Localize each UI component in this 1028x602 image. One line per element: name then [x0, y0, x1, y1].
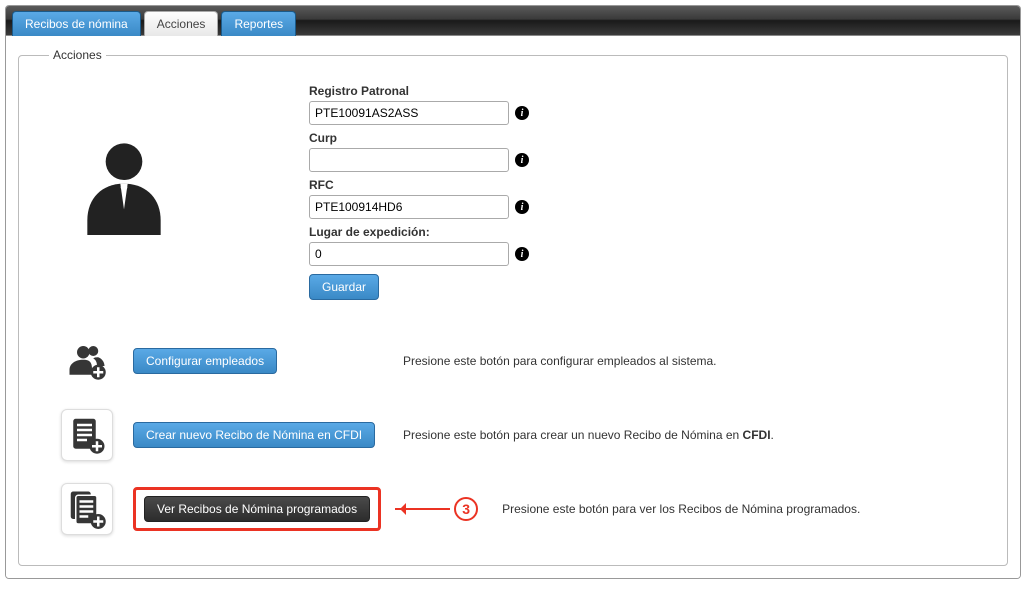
tab-recibos[interactable]: Recibos de nómina	[12, 11, 141, 36]
crear-recibo-button[interactable]: Crear nuevo Recibo de Nómina en CFDI	[133, 422, 375, 448]
tab-acciones[interactable]: Acciones	[144, 11, 219, 36]
curp-label: Curp	[309, 131, 529, 145]
lugar-input[interactable]	[309, 242, 509, 266]
users-plus-icon	[61, 335, 113, 387]
configurar-empleados-button[interactable]: Configurar empleados	[133, 348, 277, 374]
annotation-number: 3	[454, 497, 478, 521]
fieldset-legend: Acciones	[49, 48, 106, 62]
annotation-arrow: 3	[395, 497, 478, 521]
tab-bar: Recibos de nómina Acciones Reportes	[6, 6, 1020, 36]
curp-input[interactable]	[309, 148, 509, 172]
ver-recibos-button[interactable]: Ver Recibos de Nómina programados	[144, 496, 370, 522]
documents-plus-icon	[61, 483, 113, 535]
rfc-label: RFC	[309, 178, 529, 192]
window: Recibos de nómina Acciones Reportes Acci…	[5, 5, 1021, 579]
rfc-input[interactable]	[309, 195, 509, 219]
guardar-button[interactable]: Guardar	[309, 274, 379, 300]
info-icon[interactable]: i	[515, 247, 529, 261]
crear-recibo-desc: Presione este botón para crear un nuevo …	[403, 428, 774, 442]
info-icon[interactable]: i	[515, 200, 529, 214]
acciones-fieldset: Acciones Registro Patronal i Curp	[18, 48, 1008, 566]
ver-recibos-desc: Presione este botón para ver los Recibos…	[502, 502, 860, 516]
tab-reportes[interactable]: Reportes	[221, 11, 296, 36]
person-icon	[79, 136, 169, 249]
configurar-empleados-desc: Presione este botón para configurar empl…	[403, 354, 717, 368]
annotation-highlight: Ver Recibos de Nómina programados	[133, 487, 381, 531]
document-plus-icon	[61, 409, 113, 461]
info-icon[interactable]: i	[515, 153, 529, 167]
lugar-label: Lugar de expedición:	[309, 225, 529, 239]
registro-label: Registro Patronal	[309, 84, 529, 98]
registro-input[interactable]	[309, 101, 509, 125]
info-icon[interactable]: i	[515, 106, 529, 120]
